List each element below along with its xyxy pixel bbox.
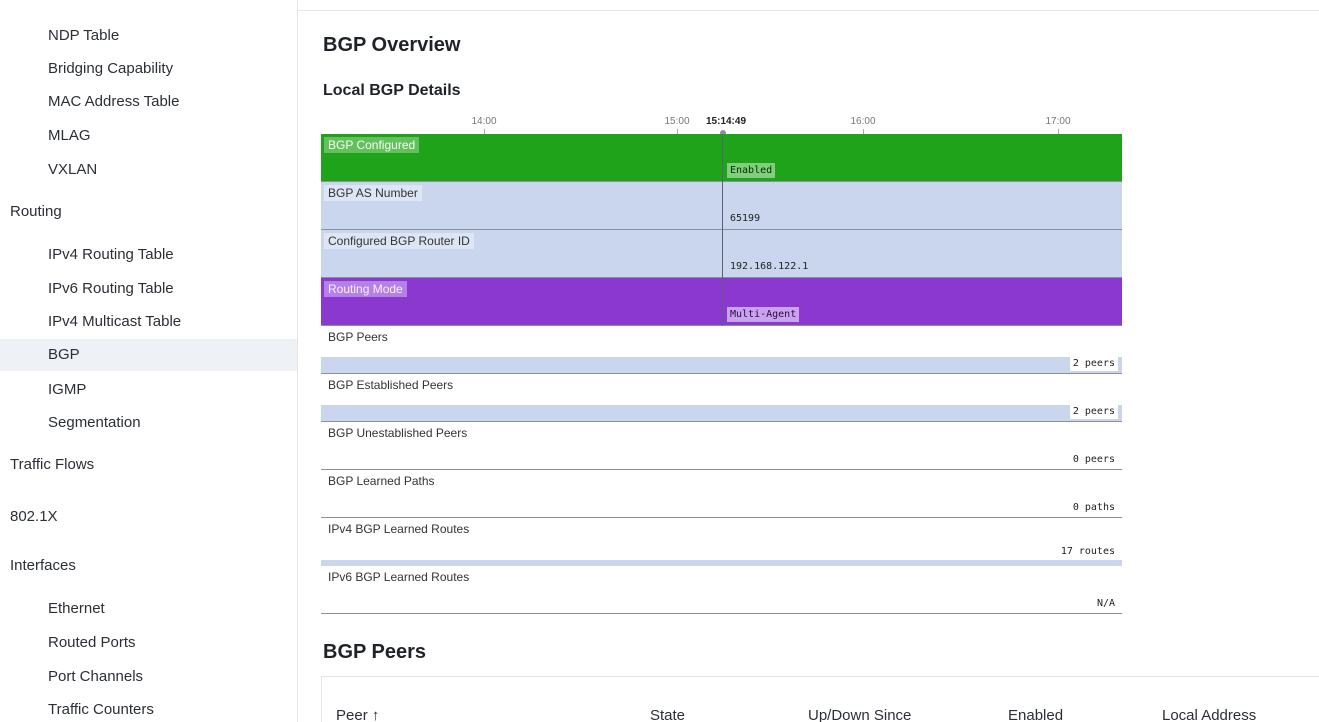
sidebar-item-ndp-table[interactable]: NDP Table xyxy=(0,21,297,51)
sidebar-item-ipv6-routing-table[interactable]: IPv6 Routing Table xyxy=(0,274,297,304)
sidebar-item-ipv4-routing-table[interactable]: IPv4 Routing Table xyxy=(0,240,297,270)
row-label: BGP Configured xyxy=(324,137,420,153)
bgp-timeline: 14:00 15:00 16:00 17:00 15:14:49 BGP Con… xyxy=(321,110,1122,616)
row-value: 192.168.122.1 xyxy=(730,261,809,272)
row-label: BGP Peers xyxy=(328,330,388,344)
local-bgp-details-title: Local BGP Details xyxy=(323,82,461,99)
row-value: N/A xyxy=(1093,596,1118,611)
value-bar xyxy=(321,405,1122,421)
sidebar-item-traffic-counters[interactable]: Traffic Counters xyxy=(0,695,297,722)
row-label: BGP AS Number xyxy=(324,185,422,201)
sidebar-item-ethernet[interactable]: Ethernet xyxy=(0,594,297,624)
row-ipv4-bgp-learned-routes: IPv4 BGP Learned Routes 17 routes xyxy=(321,518,1122,566)
row-value: 2 peers xyxy=(1069,356,1118,371)
header-divider xyxy=(298,10,1319,11)
row-value: Multi-Agent xyxy=(727,307,800,322)
row-value: 0 paths xyxy=(1069,500,1118,515)
column-header-peer[interactable]: Peer ↑ xyxy=(336,707,379,722)
row-bgp-peers: BGP Peers 2 peers xyxy=(321,326,1122,374)
sidebar-item-interfaces[interactable]: Interfaces xyxy=(0,551,297,581)
row-label: BGP Unestablished Peers xyxy=(328,426,468,440)
sidebar-item-802-1x[interactable]: 802.1X xyxy=(0,502,297,532)
sidebar-item-routed-ports[interactable]: Routed Ports xyxy=(0,628,297,658)
value-bar xyxy=(321,357,1122,373)
row-label: BGP Established Peers xyxy=(328,378,454,392)
sidebar-item-bridging-capability[interactable]: Bridging Capability xyxy=(0,54,297,84)
tick-label: 17:00 xyxy=(1045,116,1071,127)
row-ipv6-bgp-learned-routes: IPv6 BGP Learned Routes N/A xyxy=(321,566,1122,614)
row-bgp-learned-paths: BGP Learned Paths 0 paths xyxy=(321,470,1122,518)
column-header-enabled[interactable]: Enabled xyxy=(1008,707,1063,722)
row-label: IPv6 BGP Learned Routes xyxy=(328,570,470,584)
row-value: 17 routes xyxy=(1057,544,1118,559)
time-axis: 14:00 15:00 16:00 17:00 15:14:49 xyxy=(321,110,1122,136)
sidebar-item-mlag[interactable]: MLAG xyxy=(0,121,297,151)
row-value: 65199 xyxy=(730,213,761,224)
row-bgp-established-peers: BGP Established Peers 2 peers xyxy=(321,374,1122,422)
tick-label: 15:00 xyxy=(664,116,690,127)
sidebar-item-bgp[interactable]: BGP xyxy=(0,339,297,371)
bgp-peers-title: BGP Peers xyxy=(323,641,427,663)
row-value: Enabled xyxy=(727,163,776,178)
tick-label: 16:00 xyxy=(850,116,876,127)
column-header-local-address[interactable]: Local Address xyxy=(1162,707,1256,722)
row-value: 2 peers xyxy=(1069,404,1118,419)
sidebar-item-port-channels[interactable]: Port Channels xyxy=(0,662,297,692)
sidebar-item-routing[interactable]: Routing xyxy=(0,197,297,227)
tick-label: 14:00 xyxy=(471,116,497,127)
row-label: IPv4 BGP Learned Routes xyxy=(328,522,470,536)
sidebar-item-segmentation[interactable]: Segmentation xyxy=(0,408,297,438)
row-value: 0 peers xyxy=(1069,452,1118,467)
bgp-peers-table: Peer ↑ State Up/Down Since Enabled Local… xyxy=(321,676,1319,722)
page-title: BGP Overview xyxy=(323,34,461,56)
sidebar-item-igmp[interactable]: IGMP xyxy=(0,375,297,405)
row-label: Configured BGP Router ID xyxy=(324,233,474,249)
row-label: BGP Learned Paths xyxy=(328,474,435,488)
sidebar: NDP Table Bridging Capability MAC Addres… xyxy=(0,0,298,722)
cursor-line xyxy=(722,134,723,326)
row-label: Routing Mode xyxy=(324,281,407,297)
column-header-state[interactable]: State xyxy=(650,707,685,722)
sidebar-item-traffic-flows[interactable]: Traffic Flows xyxy=(0,450,297,480)
sidebar-item-ipv4-multicast-table[interactable]: IPv4 Multicast Table xyxy=(0,307,297,337)
column-header-up-down-since[interactable]: Up/Down Since xyxy=(808,707,911,722)
sidebar-item-vxlan[interactable]: VXLAN xyxy=(0,155,297,185)
cursor-time-label: 15:14:49 xyxy=(705,116,747,127)
sidebar-item-mac-address-table[interactable]: MAC Address Table xyxy=(0,87,297,117)
row-bgp-unestablished-peers: BGP Unestablished Peers 0 peers xyxy=(321,422,1122,470)
